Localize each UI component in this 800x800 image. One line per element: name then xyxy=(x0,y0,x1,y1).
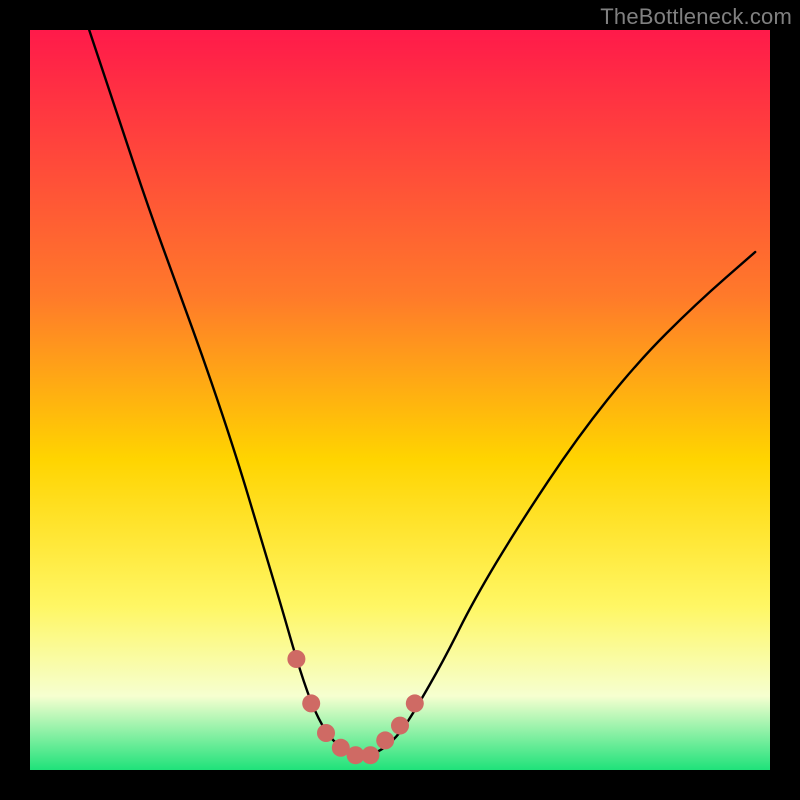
chart-root: TheBottleneck.com xyxy=(0,0,800,800)
highlight-marker xyxy=(287,650,305,668)
chart-svg xyxy=(30,30,770,770)
highlight-marker xyxy=(317,724,335,742)
plot-area xyxy=(30,30,770,770)
watermark-text: TheBottleneck.com xyxy=(600,4,792,30)
highlight-marker xyxy=(302,694,320,712)
highlight-marker xyxy=(391,717,409,735)
gradient-background xyxy=(30,30,770,770)
highlight-marker xyxy=(376,731,394,749)
highlight-marker xyxy=(406,694,424,712)
highlight-marker xyxy=(361,746,379,764)
